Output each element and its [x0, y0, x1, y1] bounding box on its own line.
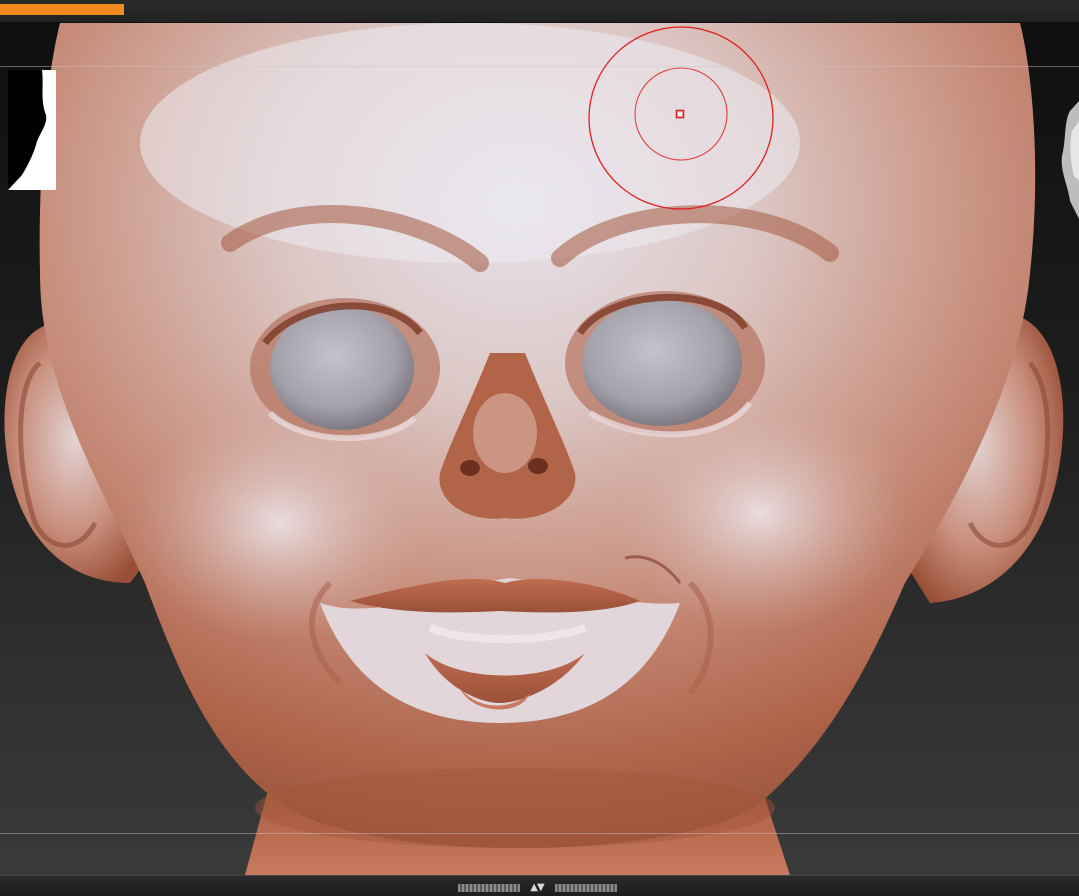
progress-bar [0, 4, 124, 15]
brush-cursor [588, 26, 774, 210]
silhouette-thumbnail[interactable] [8, 70, 56, 190]
top-toolbar [0, 0, 1079, 23]
left-tray-handle[interactable] [458, 884, 520, 892]
top-guide-line [0, 66, 1079, 67]
bottom-tray-bar: ▲▼ [0, 875, 1079, 896]
sculpt-app-window: ▲▼ [0, 0, 1079, 896]
right-tray-handle[interactable] [555, 884, 617, 892]
right-eyeball [582, 300, 742, 426]
sculpted-head-model[interactable] [0, 23, 1079, 875]
bottom-guide-line [0, 833, 1079, 834]
side-view-thumbnail[interactable] [1058, 101, 1079, 221]
sculpt-viewport[interactable] [0, 23, 1079, 875]
expand-collapse-icon[interactable]: ▲▼ [522, 882, 552, 894]
progress-fill [0, 4, 124, 15]
